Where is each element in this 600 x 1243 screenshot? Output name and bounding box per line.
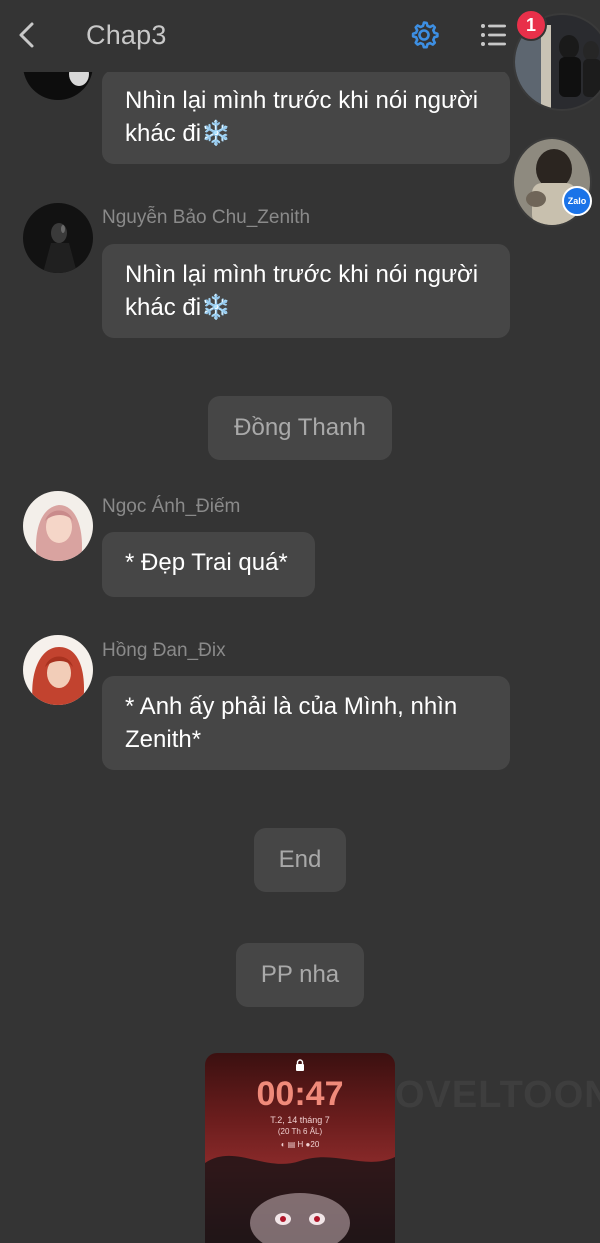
lock-icon [296,1059,304,1071]
message-bubble: * Anh ấy phải là của Mình, nhìn Zenith* [102,676,510,770]
menu-list-button[interactable] [479,20,509,50]
zalo-badge: Zalo [562,186,592,216]
message-bubble: Nhìn lại mình trước khi nói người khác đ… [102,244,510,338]
page-title: Chap3 [86,20,167,50]
message-bubble: * Đẹp Trai quá* [102,532,315,597]
settings-button[interactable] [408,19,440,51]
app-header: Chap3 [0,0,600,72]
chevron-left-icon [19,22,34,48]
lockscreen-date: T.2, 14 tháng 7 [270,1115,330,1125]
gear-icon [411,21,439,49]
avatar[interactable] [23,491,93,561]
lockscreen-time: 00:47 [256,1075,344,1113]
avatar-image-icon [23,491,93,561]
narration-label: PP nha [236,943,364,1007]
image-message[interactable]: 00:47 T.2, 14 tháng 7 (20 Th 6 ÂL) ◐ ▤ H… [205,1053,395,1243]
narration-label: Đồng Thanh [208,396,392,460]
message-bubble: Nhìn lại mình trước khi nói người khác đ… [102,70,510,164]
narration-label: End [254,828,346,892]
lockscreen-lunar-date: (20 Th 6 ÂL) [277,1127,323,1136]
avatar-image-icon [23,203,93,273]
avatar[interactable] [23,635,93,705]
sender-name: Hồng Đan_Đix [102,640,226,661]
avatar[interactable] [23,203,93,273]
sender-name: Ngọc Ánh_Điếm [102,496,241,517]
back-button[interactable] [14,18,42,52]
sender-name: Nguyễn Bảo Chu_Zenith [102,207,311,228]
lockscreen-status-icons: ◐ ▤ H ●20 [280,1140,320,1149]
notification-badge: 1 [515,9,547,41]
avatar-image-icon [23,635,93,705]
watermark-logo: OVELTOON [395,1074,600,1116]
list-icon [481,24,506,46]
